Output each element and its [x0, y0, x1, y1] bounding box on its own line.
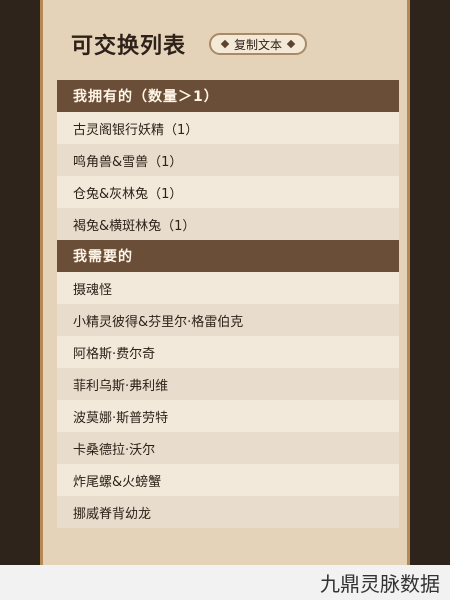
copy-text-button[interactable]: 复制文本	[209, 33, 307, 55]
section-header-have: 我拥有的（数量＞1）	[57, 80, 399, 112]
list-item[interactable]: 仓兔&灰林兔（1）	[57, 176, 399, 208]
background-left	[0, 0, 40, 565]
exchange-list: 我拥有的（数量＞1） 古灵阁银行妖精（1） 鸣角兽&雪兽（1） 仓兔&灰林兔（1…	[57, 80, 399, 528]
list-item[interactable]: 卡桑德拉·沃尔	[57, 432, 399, 464]
watermark: 九鼎灵脉数据	[0, 565, 450, 600]
list-item[interactable]: 波莫娜·斯普劳特	[57, 400, 399, 432]
list-item[interactable]: 阿格斯·费尔奇	[57, 336, 399, 368]
diamond-icon	[220, 39, 230, 49]
diamond-icon	[286, 39, 296, 49]
section-header-need: 我需要的	[57, 240, 399, 272]
list-item[interactable]: 鸣角兽&雪兽（1）	[57, 144, 399, 176]
copy-text-label: 复制文本	[233, 37, 282, 52]
list-item[interactable]: 菲利乌斯·弗利维	[57, 368, 399, 400]
list-item[interactable]: 炸尾螺&火螃蟹	[57, 464, 399, 496]
list-item[interactable]: 摄魂怪	[57, 272, 399, 304]
list-item[interactable]: 挪威脊背幼龙	[57, 496, 399, 528]
list-item[interactable]: 小精灵彼得&芬里尔·格雷伯克	[57, 304, 399, 336]
list-item[interactable]: 古灵阁银行妖精（1）	[57, 112, 399, 144]
header: 可交换列表 复制文本	[43, 0, 407, 78]
list-item[interactable]: 褐兔&横斑林兔（1）	[57, 208, 399, 240]
exchange-list-panel: 可交换列表 复制文本 我拥有的（数量＞1） 古灵阁银行妖精（1） 鸣角兽&雪兽（…	[40, 0, 410, 565]
background-right	[410, 0, 450, 565]
page-title: 可交换列表	[71, 34, 187, 59]
